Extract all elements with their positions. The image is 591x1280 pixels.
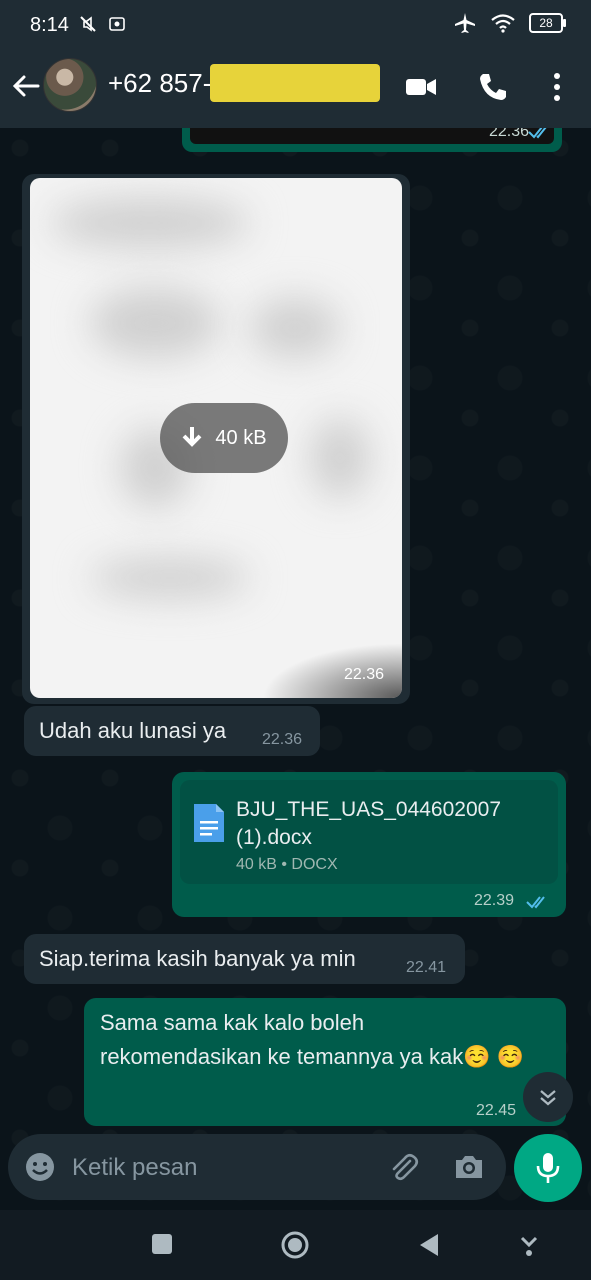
status-bar: 8:14 28 [0,0,591,52]
airplane-icon [455,13,475,33]
message-text: Udah aku lunasi ya [39,718,227,743]
back-arrow-icon[interactable] [10,70,42,102]
mute-icon [80,16,96,32]
gallery-icon [109,17,125,31]
outgoing-document-message[interactable]: BJU_THE_UAS_044602007 (1).docx 40 kB • D… [172,772,566,917]
redaction-mark [210,64,380,102]
document-meta: 40 kB • DOCX [236,856,338,873]
incoming-message[interactable]: Siap.terima kasih banyak ya min 22.41 [24,934,465,984]
status-icons-left [78,14,126,34]
download-size: 40 kB [215,426,267,449]
more-options-icon[interactable] [540,70,574,104]
download-button[interactable]: 40 kB [160,403,288,473]
status-time: 8:14 [30,14,69,36]
document-icon [194,804,224,842]
incoming-message[interactable]: Udah aku lunasi ya 22.36 [24,706,320,756]
download-icon [183,427,202,447]
recents-icon[interactable] [150,1232,174,1256]
avatar[interactable] [43,58,97,112]
hide-keyboard-icon[interactable] [518,1232,540,1258]
chat-header: +62 857- [0,52,591,128]
message-text: Siap.terima kasih banyak ya min [39,946,356,971]
document-name: BJU_THE_UAS_044602007 (1).docx [236,798,502,849]
message-composer[interactable]: Ketik pesan [8,1134,506,1200]
message-text: Sama sama kak kalo boleh rekomendasikan … [100,1010,525,1069]
message-time: 22.41 [406,959,447,976]
chevron-double-down-icon [540,1090,556,1106]
outgoing-message[interactable]: Sama sama kak kalo boleh rekomendasikan … [84,998,566,1126]
battery-icon: 28 [529,13,566,33]
message-time: 22.36 [262,731,303,748]
chat-area[interactable]: 22.36 40 kB 22.36 Udah aku lunasi ya 22.… [0,128,591,1208]
image-message-time: 22.36 [343,666,384,683]
incoming-image-message[interactable]: 40 kB 22.36 [22,174,410,704]
system-navigation-bar [0,1210,591,1280]
voice-message-button[interactable] [514,1134,582,1202]
back-icon[interactable] [416,1232,442,1258]
contact-name[interactable]: +62 857- [108,68,211,99]
blurred-image-preview[interactable]: 40 kB 22.36 [30,178,402,698]
previous-message-time: 22.36 [488,128,529,140]
read-receipt-icon [528,128,547,139]
microphone-icon [536,1153,560,1183]
message-input[interactable]: Ketik pesan [72,1154,197,1182]
camera-icon[interactable] [452,1150,486,1184]
message-time: 22.45 [476,1102,517,1119]
message-time: 22.39 [474,892,515,909]
voice-call-icon[interactable] [476,70,510,104]
document-card[interactable]: BJU_THE_UAS_044602007 (1).docx 40 kB • D… [180,780,558,884]
scroll-to-bottom-button[interactable] [523,1072,573,1122]
status-icons-right: 28 [453,12,566,34]
read-receipt-icon [526,896,545,909]
emoji-icon[interactable] [24,1151,56,1183]
video-call-icon[interactable] [404,70,438,104]
attach-icon[interactable] [386,1150,420,1184]
home-icon[interactable] [280,1230,310,1260]
wifi-icon [491,14,515,33]
